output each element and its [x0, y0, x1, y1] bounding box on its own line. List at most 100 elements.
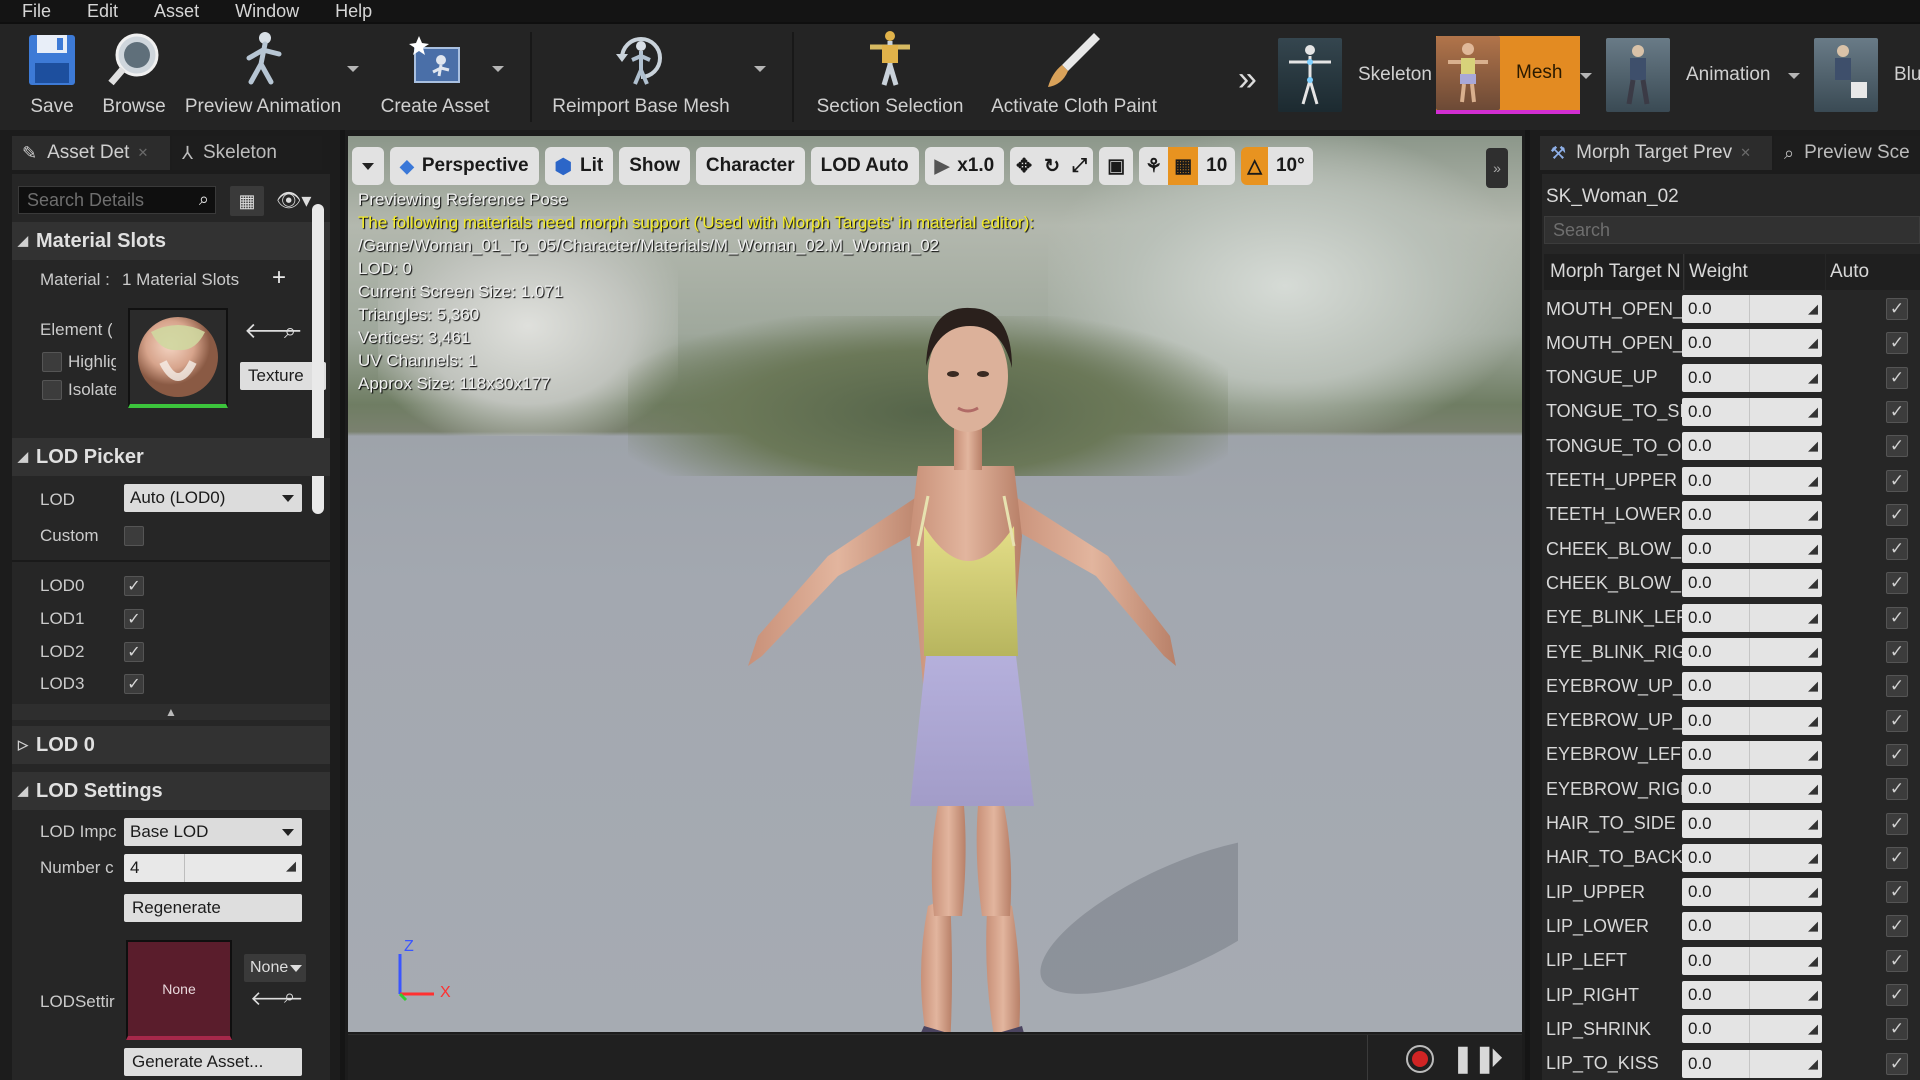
morph-weight-slider[interactable]: 0.0 ◢: [1682, 843, 1822, 872]
column-weight[interactable]: Weight: [1685, 254, 1825, 290]
step-forward-icon[interactable]: ⏵: [1490, 1043, 1503, 1075]
highlight-checkbox[interactable]: [42, 352, 62, 372]
morph-target-row[interactable]: CHEEK_BLOW_L 0.0 ◢ ✓: [1542, 532, 1920, 566]
morph-target-row[interactable]: EYE_BLINK_RIGH0.0◢ ✓: [1542, 635, 1920, 669]
auto-checkbox[interactable]: ✓: [1886, 1052, 1908, 1075]
morph-target-row[interactable]: EYEBROW_UP_R 0.0 ◢ ✓: [1542, 704, 1920, 738]
tab-morph-target-preview[interactable]: ⚒ Morph Target Prev ✕: [1540, 136, 1772, 170]
viewport-options-button[interactable]: [352, 147, 384, 185]
coordinate-space-button[interactable]: ▣: [1099, 147, 1134, 185]
material-thumbnail[interactable]: [128, 308, 228, 408]
morph-target-row[interactable]: LIP_UPPER 0.0 ◢ ✓: [1542, 875, 1920, 909]
lod0-category[interactable]: ▷ LOD 0: [12, 726, 330, 764]
morph-weight-slider[interactable]: 0.0 ◢: [1682, 638, 1822, 666]
morph-weight-slider[interactable]: 0.0 ◢: [1682, 1015, 1822, 1044]
menu-edit[interactable]: Edit: [87, 0, 118, 22]
morph-weight-slider[interactable]: 0.0 ◢: [1682, 981, 1822, 1009]
morph-weight-slider[interactable]: 0.0 ◢: [1682, 295, 1822, 323]
add-material-slot-button[interactable]: +: [272, 264, 286, 292]
morph-target-row[interactable]: TONGUE_TO_SID0.0◢ ✓: [1542, 395, 1920, 429]
grid-snap-toggle[interactable]: ▦: [1168, 147, 1199, 185]
morph-weight-slider[interactable]: 0.0 ◢: [1682, 878, 1822, 907]
morph-weight-slider[interactable]: 0.0 ◢: [1682, 500, 1822, 529]
menu-window[interactable]: Window: [235, 0, 299, 22]
perspective-button[interactable]: ◆ Perspective: [390, 147, 539, 185]
mode-blueprint-button[interactable]: Blu: [1814, 36, 1920, 114]
morph-weight-slider[interactable]: 0.0 ◢: [1682, 912, 1822, 941]
morph-target-row[interactable]: TEETH_LOWER 0.0 ◢ ✓: [1542, 498, 1920, 532]
rotation-snap-toggle[interactable]: △: [1241, 147, 1268, 185]
lod-select[interactable]: Auto (LOD0): [124, 484, 302, 512]
auto-checkbox[interactable]: ✓: [1886, 675, 1908, 698]
browse-button[interactable]: Browse: [100, 30, 168, 126]
reimport-base-mesh-button[interactable]: Reimport Base Mesh: [552, 30, 730, 126]
morph-weight-slider[interactable]: 0.0 ◢: [1682, 672, 1822, 701]
auto-checkbox[interactable]: ✓: [1886, 709, 1908, 732]
auto-checkbox[interactable]: ✓: [1886, 641, 1908, 663]
close-icon[interactable]: ✕: [137, 145, 148, 161]
lod-settings-thumbnail[interactable]: None: [126, 940, 232, 1040]
rotate-tool-button[interactable]: ↻: [1038, 147, 1067, 185]
lod3-checkbox[interactable]: ✓: [124, 674, 144, 694]
morph-weight-slider[interactable]: 0.0 ◢: [1682, 740, 1822, 769]
morph-target-row[interactable]: HAIR_TO_SIDE 0.0 ◢ ✓: [1542, 807, 1920, 841]
animation-mode-dropdown[interactable]: [1788, 73, 1800, 79]
lod-auto-button[interactable]: LOD Auto: [810, 147, 919, 185]
use-selected-arrow-icon[interactable]: 🡐: [250, 986, 304, 1011]
custom-checkbox[interactable]: [124, 526, 144, 546]
reimport-dropdown[interactable]: [754, 66, 766, 72]
auto-checkbox[interactable]: ✓: [1886, 435, 1908, 458]
auto-checkbox[interactable]: ✓: [1886, 469, 1908, 492]
auto-checkbox[interactable]: ✓: [1886, 332, 1908, 355]
number-of-lods-input[interactable]: 4 ◢: [124, 854, 302, 882]
timeline-scrubber[interactable]: [348, 1035, 1368, 1080]
3d-viewport[interactable]: ◆ Perspective ⬢ Lit Show Character LOD A…: [348, 136, 1522, 1032]
morph-target-row[interactable]: LIP_TO_KISS 0.0 ◢ ✓: [1542, 1047, 1920, 1080]
translate-tool-button[interactable]: ✥: [1010, 147, 1039, 185]
auto-checkbox[interactable]: ✓: [1886, 538, 1908, 561]
tab-skeleton-tree[interactable]: ⅄ Skeleton: [172, 136, 322, 170]
menu-file[interactable]: File: [22, 0, 51, 22]
column-auto[interactable]: Auto: [1826, 254, 1920, 290]
morph-weight-slider[interactable]: 0.0 ◢: [1682, 329, 1822, 358]
auto-checkbox[interactable]: ✓: [1886, 400, 1908, 423]
morph-weight-slider[interactable]: 0.0 ◢: [1682, 432, 1822, 461]
morph-target-row[interactable]: EYEBROW_LEFT 0.0 ◢ ✓: [1542, 738, 1920, 772]
morph-target-row[interactable]: MOUTH_OPEN_1 0.0 ◢ ✓: [1542, 292, 1920, 326]
browse-asset-search-icon[interactable]: ⌕: [284, 318, 296, 344]
save-button[interactable]: Save: [20, 30, 84, 126]
auto-checkbox[interactable]: ✓: [1886, 984, 1908, 1006]
auto-checkbox[interactable]: ✓: [1886, 1018, 1908, 1041]
auto-checkbox[interactable]: ✓: [1886, 881, 1908, 904]
morph-target-row[interactable]: TONGUE_UP 0.0 ◢ ✓: [1542, 361, 1920, 395]
morph-weight-slider[interactable]: 0.0 ◢: [1682, 706, 1822, 735]
search-details-input[interactable]: Search Details ⌕: [18, 186, 216, 214]
tab-preview-scene[interactable]: ⌕ Preview Sce: [1774, 136, 1920, 170]
mode-skeleton-button[interactable]: Skeleton: [1278, 36, 1432, 114]
auto-checkbox[interactable]: ✓: [1886, 503, 1908, 526]
auto-checkbox[interactable]: ✓: [1886, 846, 1908, 869]
morph-target-row[interactable]: TEETH_UPPER 0.0 ◢ ✓: [1542, 464, 1920, 498]
show-button[interactable]: Show: [619, 147, 690, 185]
close-icon[interactable]: ✕: [1740, 145, 1751, 161]
morph-target-row[interactable]: LIP_SHRINK 0.0 ◢ ✓: [1542, 1012, 1920, 1046]
morph-weight-slider[interactable]: 0.0 ◢: [1682, 535, 1822, 564]
morph-target-row[interactable]: MOUTH_OPEN_2 0.0 ◢ ✓: [1542, 326, 1920, 360]
character-button[interactable]: Character: [695, 147, 805, 185]
character-mesh[interactable]: [678, 196, 1238, 1032]
lod-settings-asset-dropdown[interactable]: None: [244, 954, 306, 982]
viewport-toolbar-expand-button[interactable]: »: [1486, 148, 1508, 188]
morph-target-row[interactable]: TONGUE_TO_OUT0.0◢ ✓: [1542, 429, 1920, 463]
morph-weight-slider[interactable]: 0.0 ◢: [1682, 809, 1822, 838]
create-asset-button[interactable]: Create Asset: [376, 30, 494, 126]
auto-checkbox[interactable]: ✓: [1886, 743, 1908, 766]
morph-target-row[interactable]: LIP_RIGHT 0.0 ◢ ✓: [1542, 978, 1920, 1012]
browse-asset-search-icon[interactable]: ⌕: [284, 986, 295, 1009]
morph-weight-slider[interactable]: 0.0 ◢: [1682, 1049, 1822, 1078]
lod-import-select[interactable]: Base LOD: [124, 818, 302, 846]
tab-asset-details[interactable]: ✎ Asset Det ✕: [12, 136, 170, 170]
property-matrix-icon[interactable]: ▦: [230, 186, 264, 216]
preview-animation-dropdown[interactable]: [347, 66, 359, 72]
morph-weight-slider[interactable]: 0.0 ◢: [1682, 603, 1822, 632]
mode-animation-button[interactable]: Animation: [1606, 36, 1771, 114]
